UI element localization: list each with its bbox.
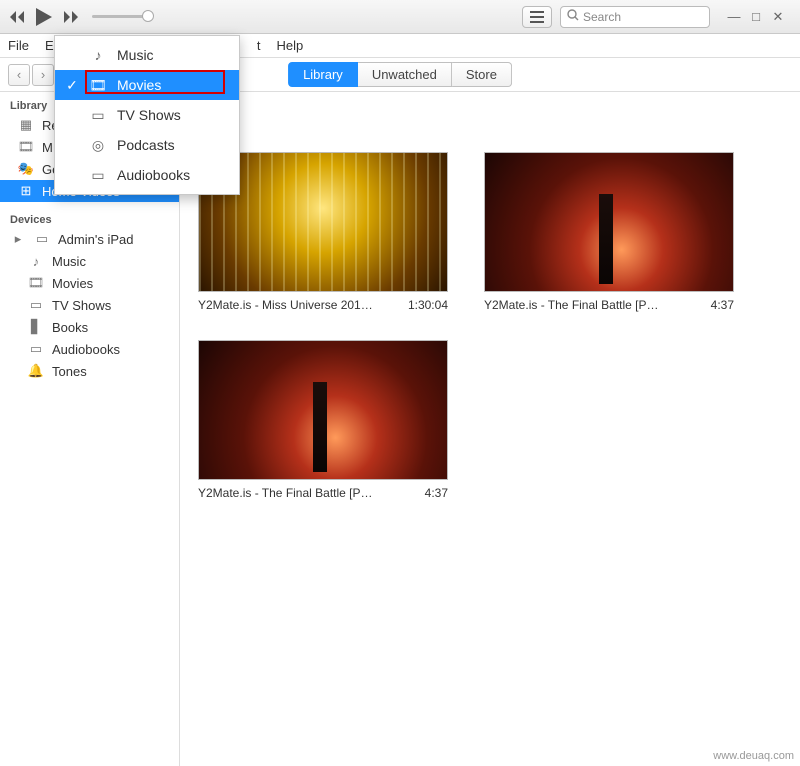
view-tabs: Library Unwatched Store (288, 62, 512, 87)
tab-unwatched[interactable]: Unwatched (358, 62, 452, 87)
sidebar-device-tvshows[interactable]: ▭TV Shows (0, 294, 179, 316)
search-icon (567, 9, 579, 24)
dropdown-item-tvshows[interactable]: ▭TV Shows (55, 100, 239, 130)
menu-help[interactable]: Help (276, 38, 303, 53)
minimize-button[interactable]: — (724, 8, 744, 26)
video-duration: 4:37 (425, 486, 448, 500)
dropdown-item-audiobooks[interactable]: ▭Audiobooks (55, 160, 239, 190)
video-title: Y2Mate.is - Miss Universe 2018 (Fu... (198, 298, 378, 312)
sidebar-device-movies[interactable]: 🎞Movies (0, 272, 179, 294)
dropdown-item-podcasts[interactable]: ◎Podcasts (55, 130, 239, 160)
video-thumbnail[interactable] (484, 152, 734, 292)
book-icon: ▋ (28, 319, 44, 335)
video-card[interactable]: Y2Mate.is - The Final Battle [Part 1]...… (198, 340, 448, 500)
calendar-icon: ▦ (18, 117, 34, 133)
sidebar-device-tones[interactable]: 🔔Tones (0, 360, 179, 382)
video-duration: 4:37 (711, 298, 734, 312)
previous-button[interactable] (6, 5, 30, 29)
music-note-icon: ♪ (89, 46, 107, 64)
film-icon: 🎞 (28, 275, 44, 291)
audiobook-icon: ▭ (89, 166, 107, 184)
titlebar: Search — □ ✕ (0, 0, 800, 34)
sidebar-device[interactable]: ▸ ▭ Admin's iPad (0, 228, 179, 250)
sidebar-device-audiobooks[interactable]: ▭Audiobooks (0, 338, 179, 360)
genre-icon: 🎭 (18, 161, 34, 177)
ipad-icon: ▭ (34, 231, 50, 247)
podcast-icon: ◎ (89, 136, 107, 154)
video-title: Y2Mate.is - The Final Battle [Part 1]... (484, 298, 664, 312)
nav-forward-button[interactable]: › (32, 64, 54, 86)
tab-library[interactable]: Library (288, 62, 358, 87)
maximize-button[interactable]: □ (746, 8, 766, 26)
chevron-right-icon: ▸ (10, 231, 26, 247)
tv-icon: ▭ (89, 106, 107, 124)
video-grid: Y2Mate.is - Miss Universe 2018 (Fu... 1:3… (198, 152, 782, 500)
next-button[interactable] (58, 5, 82, 29)
tv-icon: ▭ (28, 297, 44, 313)
sidebar-device-music[interactable]: ♪Music (0, 250, 179, 272)
music-note-icon: ♪ (28, 253, 44, 269)
film-icon: 🎞 (18, 139, 34, 155)
search-input[interactable]: Search (560, 6, 710, 28)
video-duration: 1:30:04 (408, 298, 448, 312)
video-thumbnail[interactable] (198, 340, 448, 480)
film-icon: 🎞 (89, 76, 107, 94)
video-card[interactable]: Y2Mate.is - The Final Battle [Part 1]...… (484, 152, 734, 312)
menu-file[interactable]: File (8, 38, 29, 53)
video-title: Y2Mate.is - The Final Battle [Part 1]... (198, 486, 378, 500)
volume-slider[interactable] (92, 15, 152, 18)
home-video-icon: ⊞ (18, 183, 34, 199)
dropdown-item-movies[interactable]: ✓🎞Movies (55, 70, 239, 100)
check-icon: ✓ (65, 77, 79, 94)
menu-truncated[interactable]: t (257, 38, 261, 53)
media-type-dropdown: ♪Music ✓🎞Movies ▭TV Shows ◎Podcasts ▭Aud… (54, 35, 240, 195)
sidebar-device-books[interactable]: ▋Books (0, 316, 179, 338)
watermark: www.deuaq.com (713, 750, 794, 762)
tab-store[interactable]: Store (452, 62, 512, 87)
play-button[interactable] (30, 3, 58, 31)
bell-icon: 🔔 (28, 363, 44, 379)
audiobook-icon: ▭ (28, 341, 44, 357)
close-button[interactable]: ✕ (768, 8, 788, 26)
sidebar-header-devices: Devices (0, 210, 179, 228)
nav-back-button[interactable]: ‹ (8, 64, 30, 86)
content-area: Y2Mate.is - Miss Universe 2018 (Fu... 1:3… (180, 92, 800, 766)
search-placeholder: Search (583, 10, 621, 24)
dropdown-item-music[interactable]: ♪Music (55, 40, 239, 70)
list-view-button[interactable] (522, 6, 552, 28)
